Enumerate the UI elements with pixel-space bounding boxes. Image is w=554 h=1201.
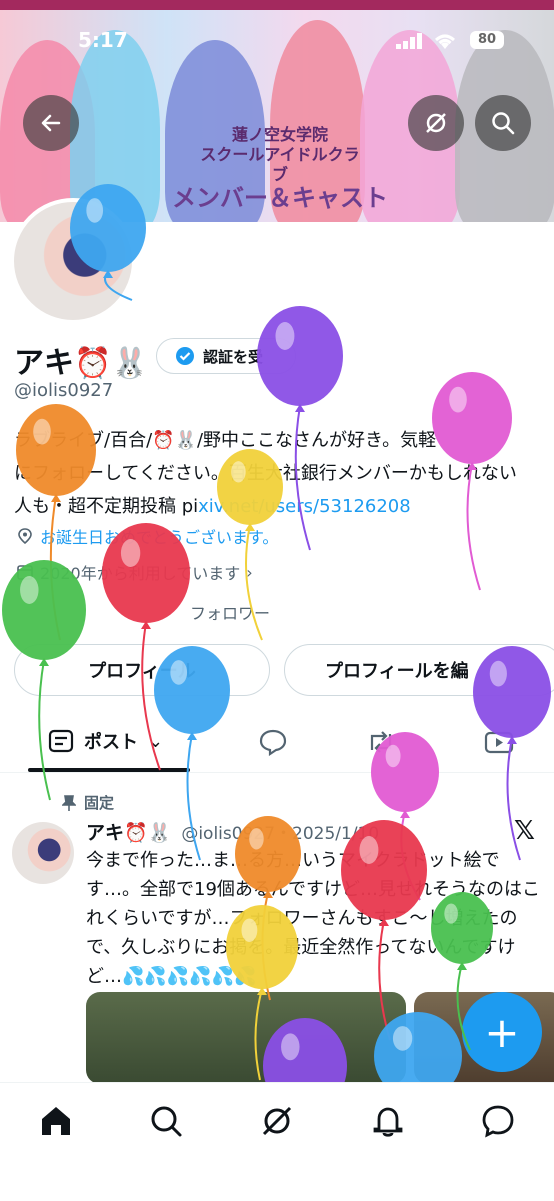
home-icon xyxy=(42,1107,70,1135)
nav-messages[interactable] xyxy=(478,1101,518,1141)
balloon xyxy=(70,184,146,301)
balloon xyxy=(154,646,230,861)
balloon xyxy=(217,449,283,641)
nav-search[interactable] xyxy=(146,1101,186,1141)
balloon xyxy=(2,560,86,801)
bell-icon xyxy=(373,1107,403,1137)
balloon xyxy=(473,646,551,861)
balloon xyxy=(102,523,190,771)
nav-search-icon xyxy=(151,1106,182,1137)
balloon xyxy=(432,372,512,591)
nav-grok[interactable] xyxy=(257,1101,297,1141)
bottom-navigation xyxy=(0,1082,554,1201)
nav-notifications[interactable] xyxy=(368,1101,408,1141)
balloons-overlay xyxy=(2,184,551,1200)
nav-home[interactable] xyxy=(36,1101,76,1141)
balloon xyxy=(341,820,427,1041)
messages-icon xyxy=(482,1105,514,1138)
nav-grok-icon xyxy=(262,1106,292,1136)
